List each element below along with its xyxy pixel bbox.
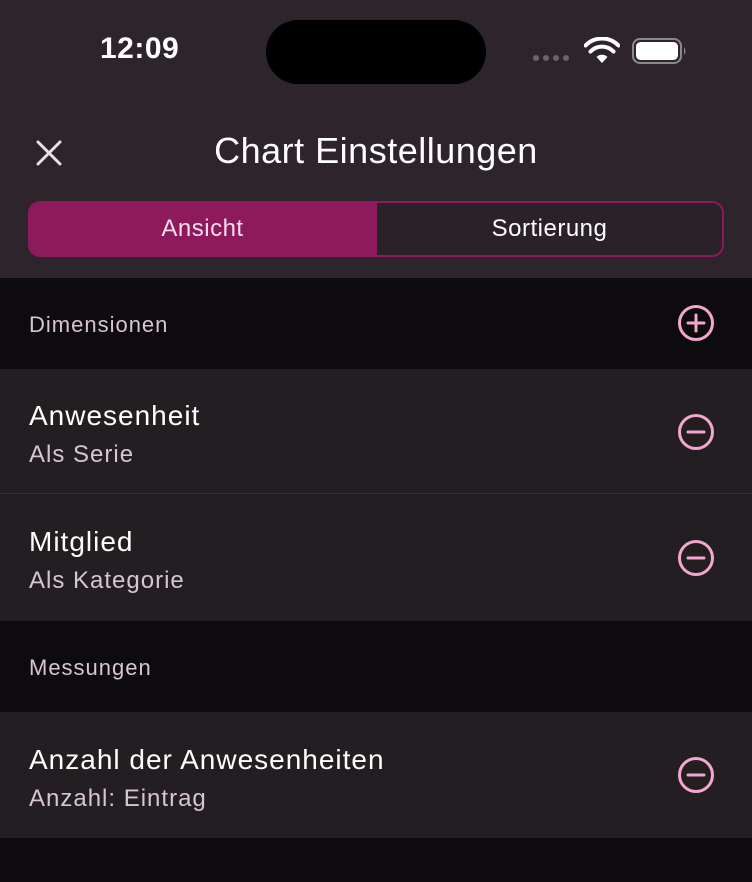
tab-ansicht[interactable]: Ansicht (30, 203, 375, 255)
battery-icon (632, 38, 686, 64)
section-header-measurements: Messungen (0, 621, 752, 712)
minus-circle-icon[interactable] (677, 413, 715, 451)
list-item-subtitle: Als Serie (29, 441, 135, 468)
plus-circle-icon[interactable] (677, 304, 715, 342)
list-item[interactable]: Anwesenheit Als Serie (0, 369, 752, 494)
section-header-dimensions: Dimensionen (0, 278, 752, 369)
tab-sortierung[interactable]: Sortierung (375, 203, 722, 255)
signal-icon (533, 55, 569, 61)
list-item-title: Mitglied (29, 526, 134, 557)
section-label-dimensions: Dimensionen (29, 312, 169, 337)
page-title: Chart Einstellungen (214, 130, 538, 171)
minus-circle-icon[interactable] (677, 756, 715, 794)
list-item[interactable]: Anzahl der Anwesenheiten Anzahl: Eintrag (0, 712, 752, 838)
list-item-subtitle: Als Kategorie (29, 567, 185, 594)
list-item-title: Anwesenheit (29, 400, 201, 431)
wifi-icon (584, 37, 620, 63)
list-item-title: Anzahl der Anwesenheiten (29, 744, 385, 775)
list-item[interactable]: Mitglied Als Kategorie (0, 494, 752, 621)
minus-circle-icon[interactable] (677, 539, 715, 577)
section-label-measurements: Messungen (29, 655, 152, 680)
header: 12:09 Chart Einstellungen Ansicht Sortie… (0, 0, 752, 278)
view-segmented-control: Ansicht Sortierung (28, 201, 724, 257)
list-item-subtitle: Anzahl: Eintrag (29, 785, 207, 812)
dynamic-island (266, 20, 486, 84)
status-time: 12:09 (100, 32, 180, 65)
